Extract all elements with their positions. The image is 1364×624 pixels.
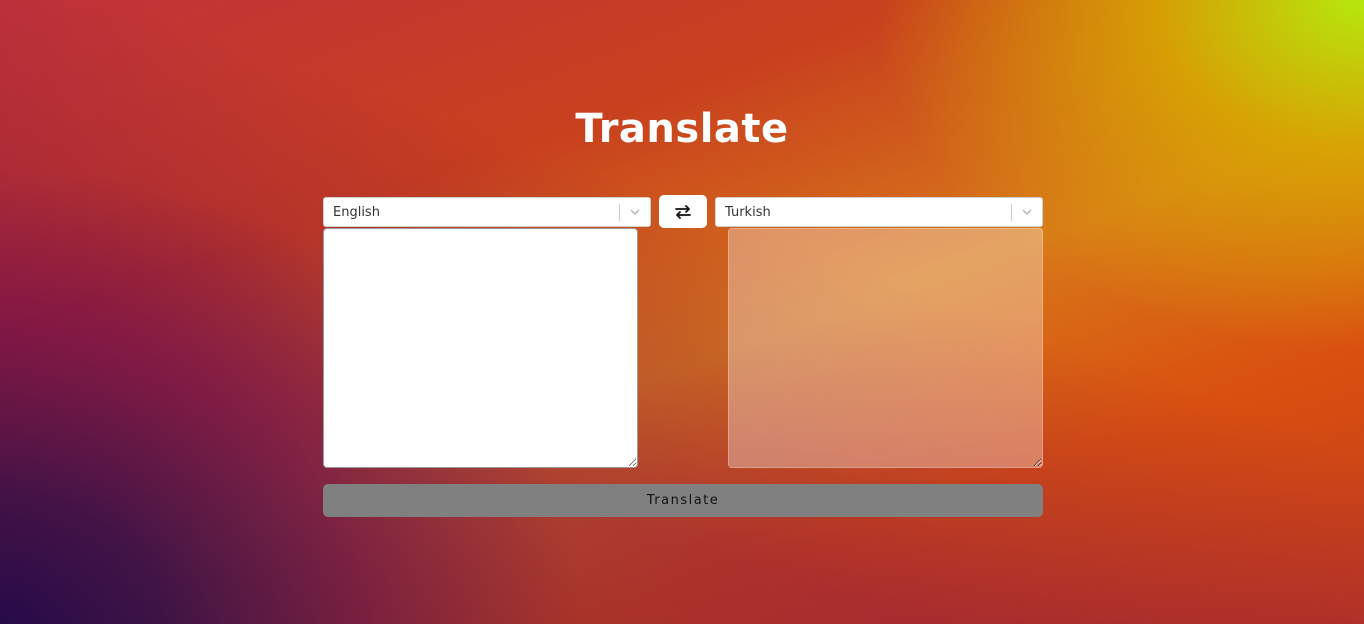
source-text-input[interactable]	[323, 228, 638, 468]
chevron-down-icon[interactable]	[1021, 206, 1033, 218]
select-separator	[619, 204, 620, 221]
target-language-value: Turkish	[725, 205, 771, 220]
select-separator	[1011, 204, 1012, 221]
swap-languages-button[interactable]	[659, 195, 707, 228]
chevron-down-icon[interactable]	[629, 206, 641, 218]
source-language-value: English	[333, 205, 380, 220]
translated-text-output[interactable]	[728, 228, 1043, 468]
swap-arrows-icon	[675, 204, 691, 219]
translate-button[interactable]: Translate	[323, 484, 1043, 517]
page-title: Translate	[575, 106, 789, 152]
background-gradient	[0, 0, 1364, 624]
target-language-select[interactable]: Turkish	[715, 197, 1043, 227]
source-language-select[interactable]: English	[323, 197, 651, 227]
